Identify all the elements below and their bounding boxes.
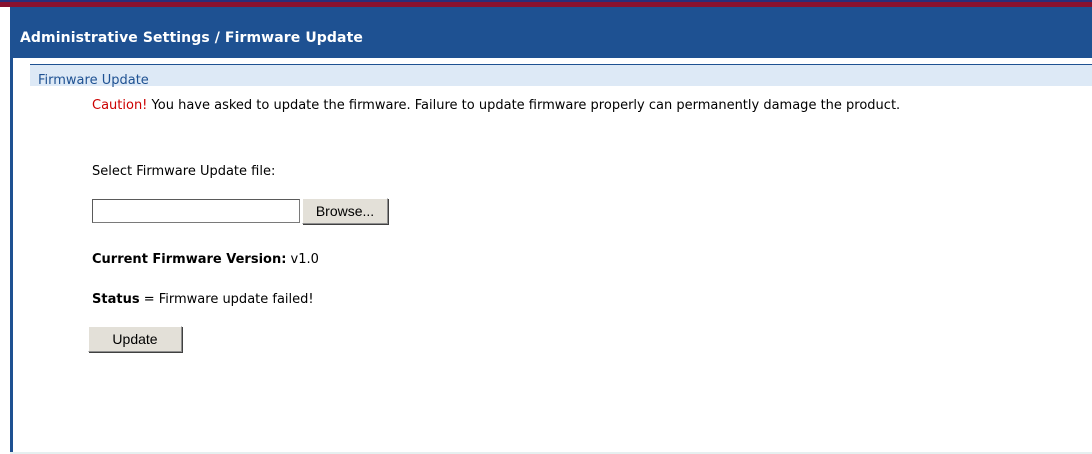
- content-panel: Firmware Update Caution! You have asked …: [10, 58, 1092, 454]
- caution-message: Caution! You have asked to update the fi…: [92, 98, 1082, 114]
- status-value: Firmware update failed!: [158, 292, 314, 307]
- file-select-row: Browse...: [92, 198, 388, 224]
- select-file-label: Select Firmware Update file:: [92, 164, 276, 179]
- browse-button[interactable]: Browse...: [302, 198, 388, 224]
- status-line: Status = Firmware update failed!: [92, 292, 314, 308]
- caution-text: You have asked to update the firmware. F…: [147, 98, 901, 113]
- section-header: Firmware Update: [30, 64, 1092, 88]
- top-accent-stripe: [0, 0, 1092, 7]
- page-title: Administrative Settings / Firmware Updat…: [20, 30, 363, 46]
- section-title: Firmware Update: [38, 73, 149, 88]
- status-label: Status: [92, 292, 140, 307]
- firmware-form: Caution! You have asked to update the fi…: [88, 98, 1082, 352]
- firmware-version-label: Current Firmware Version:: [92, 252, 287, 267]
- update-row: Update: [88, 326, 182, 352]
- firmware-version-value: v1.0: [286, 252, 319, 267]
- update-button[interactable]: Update: [88, 326, 182, 352]
- title-bar: Administrative Settings / Firmware Updat…: [10, 7, 1092, 58]
- firmware-version-line: Current Firmware Version: v1.0: [92, 252, 319, 268]
- status-separator: =: [139, 292, 159, 307]
- firmware-file-input[interactable]: [92, 199, 300, 223]
- caution-label: Caution!: [92, 98, 148, 113]
